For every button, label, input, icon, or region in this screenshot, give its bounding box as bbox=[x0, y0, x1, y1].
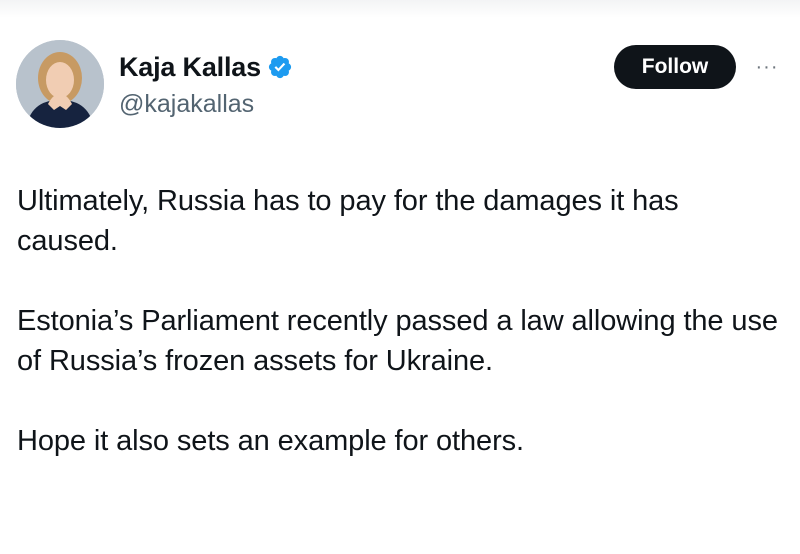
tweet-paragraph: Hope it also sets an example for others. bbox=[17, 425, 524, 457]
tweet-body: Ultimately, Russia has to pay for the da… bbox=[17, 181, 787, 461]
author-display-name[interactable]: Kaja Kallas bbox=[119, 50, 261, 84]
author-handle[interactable]: @kajakallas bbox=[119, 88, 254, 120]
more-options-icon[interactable]: ··· bbox=[750, 52, 784, 82]
author-name-row: Kaja Kallas bbox=[119, 50, 293, 84]
tweet-card: Kaja Kallas @kajakallas Follow ··· Ultim… bbox=[0, 0, 800, 554]
avatar-photo-icon bbox=[16, 40, 104, 128]
tweet-paragraph: Ultimately, Russia has to pay for the da… bbox=[17, 185, 679, 257]
verified-badge-icon bbox=[267, 54, 293, 80]
tweet-paragraph: Estonia’s Parliament recently passed a l… bbox=[17, 305, 778, 377]
follow-button[interactable]: Follow bbox=[614, 45, 736, 89]
author-avatar[interactable] bbox=[16, 40, 104, 128]
